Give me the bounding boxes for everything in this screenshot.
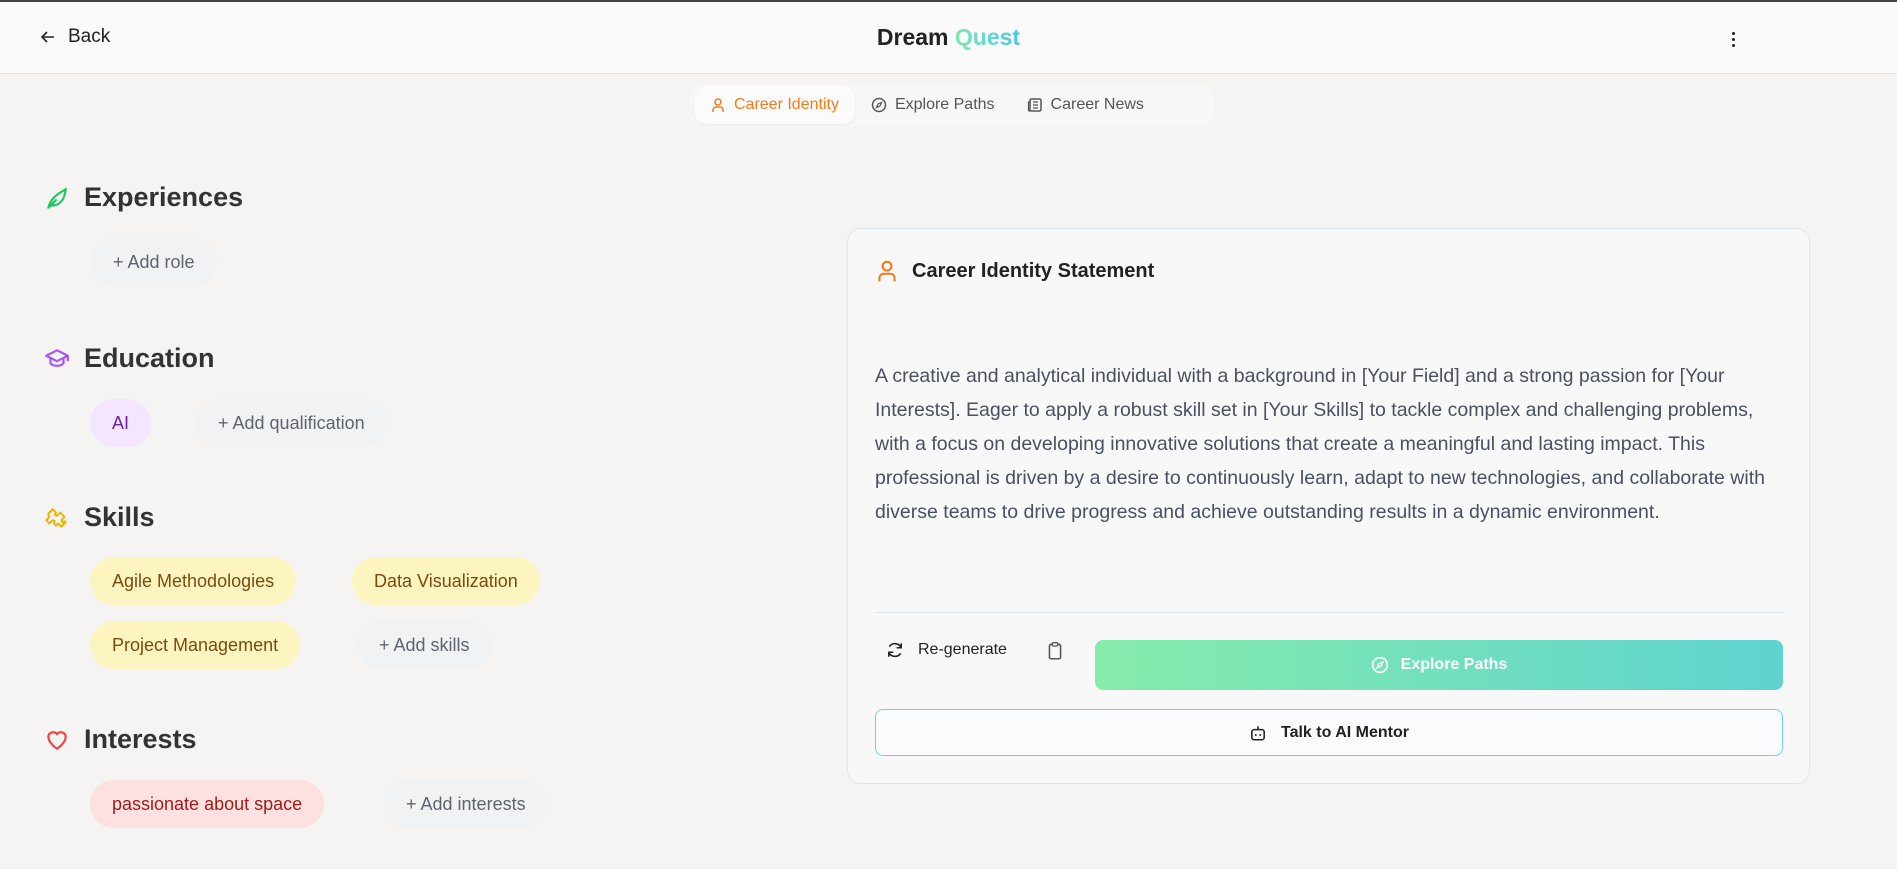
tab-label: Career Identity [734, 96, 839, 113]
heart-icon [44, 727, 70, 753]
mentor-label: Talk to AI Mentor [1281, 723, 1409, 741]
talk-to-ai-mentor-button[interactable]: Talk to AI Mentor [875, 709, 1783, 756]
top-bar: Back Dream Quest [0, 2, 1897, 74]
experiences-heading: Experiences [44, 182, 243, 213]
explore-paths-button[interactable]: Explore Paths [1095, 640, 1783, 690]
more-options-icon[interactable] [1722, 26, 1744, 52]
tab-explore-paths[interactable]: Explore Paths [855, 86, 1011, 124]
education-heading: Education [44, 343, 215, 374]
tab-label: Explore Paths [894, 96, 995, 113]
tab-career-news[interactable]: Career News [1011, 86, 1160, 124]
add-interests-button[interactable]: + Add interests [384, 780, 548, 828]
card-title: Career Identity Statement [912, 259, 1155, 282]
add-qualification-button[interactable]: + Add qualification [196, 399, 387, 447]
tab-career-identity[interactable]: Career Identity [694, 86, 855, 124]
section-title: Skills [84, 502, 155, 532]
card-header: Career Identity Statement [876, 259, 1154, 283]
skill-tag[interactable]: Project Management [90, 621, 301, 669]
add-skills-button[interactable]: + Add skills [357, 621, 492, 669]
graduation-cap-icon [44, 346, 70, 372]
app-title: Dream Quest [0, 24, 1897, 51]
newspaper-icon [1027, 97, 1043, 113]
tab-bar: Career Identity Explore Paths Career New… [690, 84, 1214, 126]
section-title: Experiences [84, 182, 244, 212]
user-icon [876, 259, 898, 283]
leaf-icon [44, 185, 70, 211]
tab-label: Career News [1050, 96, 1144, 113]
skills-heading: Skills [44, 502, 155, 533]
skill-tag[interactable]: Data Visualization [352, 557, 540, 605]
section-title: Interests [84, 724, 197, 754]
regenerate-button[interactable]: Re-generate [886, 641, 1007, 659]
regenerate-label: Re-generate [918, 641, 1007, 658]
education-tag[interactable]: AI [90, 399, 152, 447]
title-quest: Quest [954, 24, 1021, 50]
compass-icon [1371, 656, 1389, 674]
section-title: Education [84, 343, 215, 373]
career-statement-text: A creative and analytical individual wit… [875, 365, 1765, 523]
puzzle-icon [44, 505, 70, 531]
career-identity-card: Career Identity Statement A creative and… [847, 228, 1810, 784]
add-role-button[interactable]: + Add role [91, 238, 217, 286]
title-dream: Dream [876, 24, 949, 50]
divider [875, 612, 1785, 613]
compass-icon [871, 97, 887, 113]
skill-tag[interactable]: Agile Methodologies [90, 557, 297, 605]
refresh-icon [886, 641, 904, 659]
interest-tag[interactable]: passionate about space [90, 780, 325, 828]
robot-icon [1249, 724, 1267, 742]
explore-paths-label: Explore Paths [1400, 656, 1508, 673]
user-icon [710, 97, 726, 113]
interests-heading: Interests [44, 724, 197, 755]
clipboard-icon[interactable] [1046, 641, 1064, 661]
